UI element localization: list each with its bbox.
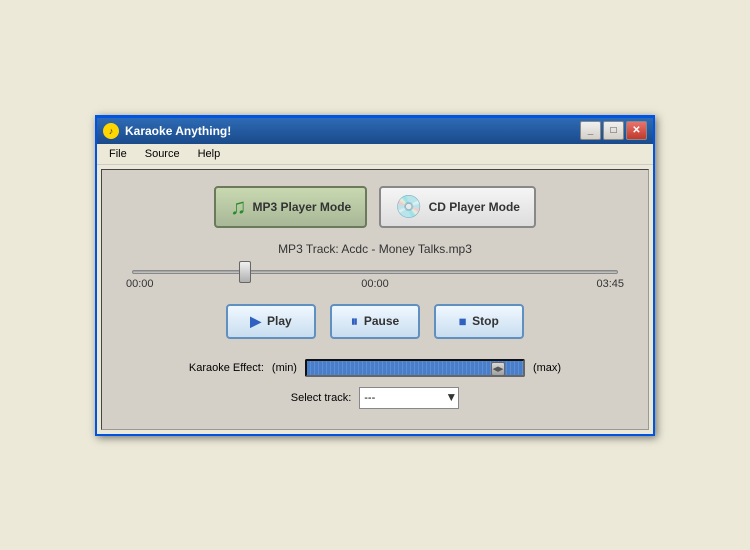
karaoke-label: Karaoke Effect:: [189, 362, 264, 374]
mp3-mode-button[interactable]: ♫ MP3 Player Mode: [214, 186, 367, 228]
pause-icon: ⏸: [351, 313, 358, 330]
mp3-mode-label: MP3 Player Mode: [253, 200, 352, 214]
title-bar: ♪ Karaoke Anything! _ □ ✕: [97, 118, 653, 144]
stop-icon: ⏹: [459, 313, 466, 330]
main-content: ♫ MP3 Player Mode 💿 CD Player Mode MP3 T…: [101, 169, 649, 430]
select-wrapper: --- ▼: [359, 387, 459, 409]
karaoke-min-label: (min): [272, 362, 297, 374]
music-note-icon: ♫: [230, 194, 247, 220]
title-bar-left: ♪ Karaoke Anything!: [103, 123, 231, 139]
transport-buttons: ▶ Play ⏸ Pause ⏹ Stop: [122, 304, 628, 339]
stop-label: Stop: [472, 314, 499, 328]
seek-thumb[interactable]: [239, 261, 251, 283]
menu-help[interactable]: Help: [190, 146, 229, 162]
play-button[interactable]: ▶ Play: [226, 304, 316, 339]
play-icon: ▶: [250, 313, 261, 330]
main-window: ♪ Karaoke Anything! _ □ ✕ File Source He…: [95, 115, 655, 436]
pause-label: Pause: [364, 314, 399, 328]
track-select-row: Select track: --- ▼: [122, 387, 628, 409]
time-middle: 00:00: [361, 278, 389, 290]
karaoke-section: Karaoke Effect: (min) ◀▶ (max) Select tr…: [122, 359, 628, 409]
karaoke-slider-thumb: ◀▶: [491, 362, 505, 376]
close-button[interactable]: ✕: [626, 121, 647, 140]
cd-mode-button[interactable]: 💿 CD Player Mode: [379, 186, 536, 228]
track-select-dropdown[interactable]: ---: [359, 387, 459, 409]
window-title: Karaoke Anything!: [125, 124, 231, 138]
seek-bar-container: [132, 270, 618, 274]
track-select-label: Select track:: [291, 392, 352, 404]
karaoke-max-label: (max): [533, 362, 561, 374]
play-label: Play: [267, 314, 292, 328]
karaoke-slider[interactable]: ◀▶: [305, 359, 525, 377]
time-row: 00:00 00:00 03:45: [122, 278, 628, 290]
cd-mode-label: CD Player Mode: [429, 200, 520, 214]
track-name: MP3 Track: Acdc - Money Talks.mp3: [122, 242, 628, 256]
karaoke-row: Karaoke Effect: (min) ◀▶ (max): [122, 359, 628, 377]
cd-icon: 💿: [395, 194, 422, 220]
menu-file[interactable]: File: [101, 146, 135, 162]
menu-source[interactable]: Source: [137, 146, 188, 162]
seek-track[interactable]: [132, 270, 618, 274]
maximize-button[interactable]: □: [603, 121, 624, 140]
time-total: 03:45: [596, 278, 624, 290]
menu-bar: File Source Help: [97, 144, 653, 165]
minimize-button[interactable]: _: [580, 121, 601, 140]
app-icon: ♪: [103, 123, 119, 139]
time-current: 00:00: [126, 278, 154, 290]
window-controls: _ □ ✕: [580, 121, 647, 140]
stop-button[interactable]: ⏹ Stop: [434, 304, 524, 339]
pause-button[interactable]: ⏸ Pause: [330, 304, 420, 339]
mode-buttons: ♫ MP3 Player Mode 💿 CD Player Mode: [122, 186, 628, 228]
